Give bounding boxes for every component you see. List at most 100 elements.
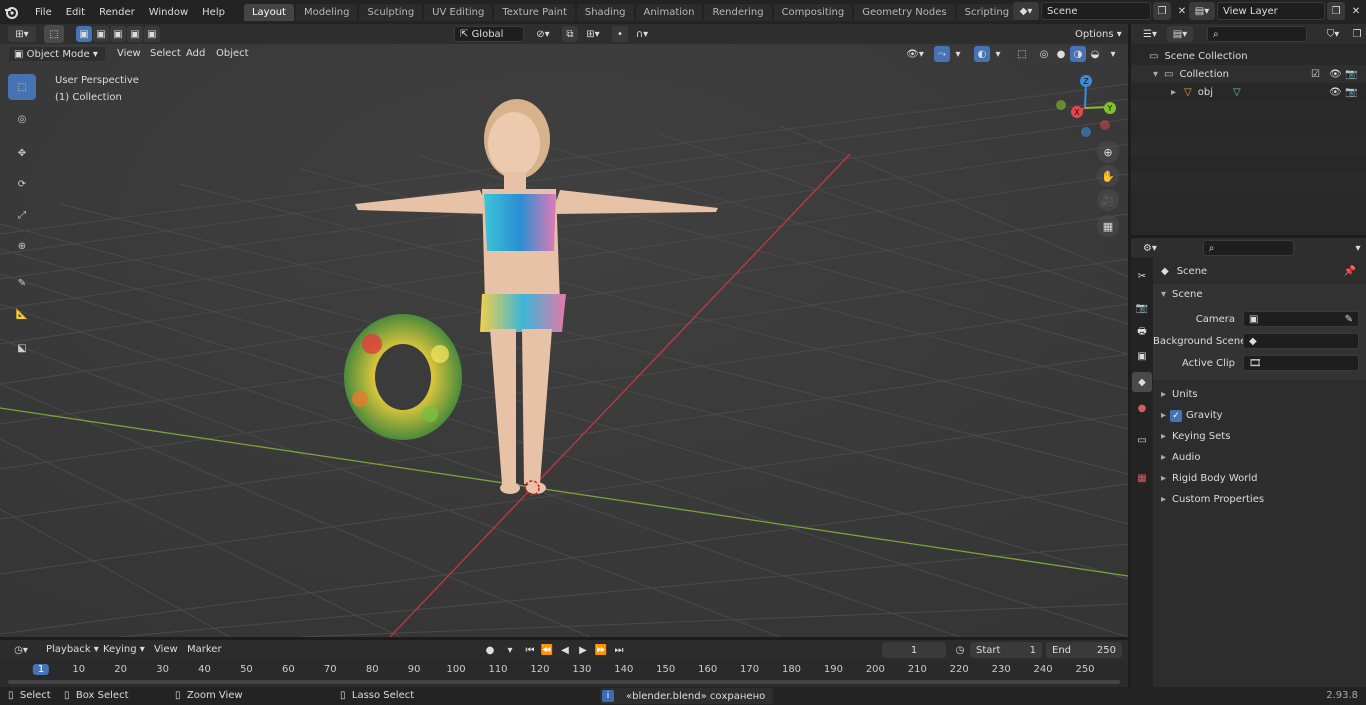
swim-ring-object[interactable] xyxy=(344,314,462,440)
scene-tab-icon[interactable]: ◆ xyxy=(1132,372,1152,392)
blender-logo-icon[interactable] xyxy=(0,2,22,22)
marker-menu[interactable]: Marker xyxy=(187,644,222,655)
camera-field[interactable]: ▣ ✎ xyxy=(1243,311,1359,327)
transform-tool-icon[interactable]: ⊕ xyxy=(8,233,36,259)
tab-sculpting[interactable]: Sculpting xyxy=(359,3,423,21)
keying-menu[interactable]: Keying ▾ xyxy=(103,644,145,655)
timeline-scrollbar[interactable] xyxy=(8,680,1120,684)
shading-solid-icon[interactable]: ● xyxy=(1053,46,1069,62)
pin-icon[interactable]: 📌 xyxy=(1344,266,1356,277)
overlay-toggle-icon[interactable]: ◐ xyxy=(974,46,990,62)
tab-geometry-nodes[interactable]: Geometry Nodes xyxy=(854,3,955,21)
tab-texture-paint[interactable]: Texture Paint xyxy=(494,3,575,21)
texture-tab-icon[interactable]: ▦ xyxy=(1134,470,1150,486)
tab-shading[interactable]: Shading xyxy=(576,3,634,21)
play-icon[interactable]: ▶ xyxy=(575,642,591,658)
record-icon[interactable]: ● xyxy=(480,642,500,658)
units-panel[interactable]: ▸ Units xyxy=(1153,384,1366,405)
mode-set-icon[interactable]: ▣ xyxy=(76,26,92,42)
scene-name-field[interactable]: Scene xyxy=(1041,2,1151,20)
snap-toggle-icon[interactable]: ⧉ xyxy=(562,26,578,42)
object-mode-dropdown[interactable]: ▣ Object Mode ▾ xyxy=(8,46,106,62)
options-dropdown[interactable]: Options ▾ xyxy=(1070,26,1124,42)
rigid-body-world-panel[interactable]: ▸ Rigid Body World xyxy=(1153,468,1366,489)
current-frame-field[interactable]: 1 xyxy=(882,642,946,658)
rotate-tool-icon[interactable]: ⟳ xyxy=(8,171,36,197)
outliner-row-scene-collection[interactable]: ▭ Scene Collection xyxy=(1131,47,1366,65)
select-box-tool-icon[interactable]: ⬚ xyxy=(8,74,36,100)
transform-orientation-dropdown[interactable]: ⇱ Global xyxy=(454,26,524,42)
viewport-menu-select[interactable]: Select xyxy=(150,48,181,59)
output-tab-icon[interactable]: 🖶 xyxy=(1134,324,1150,340)
tool-tab-icon[interactable]: ✂ xyxy=(1134,268,1150,284)
scene-section-header[interactable]: ▾ Scene xyxy=(1153,284,1366,304)
add-cube-tool-icon[interactable]: ⬕ xyxy=(8,335,36,361)
outliner-row-collection[interactable]: ▾ ▭ Collection ☑ 👁 📷 xyxy=(1131,65,1366,83)
mode-invert-icon[interactable]: ▣ xyxy=(127,26,143,42)
proportional-edit-icon[interactable]: • xyxy=(612,26,628,42)
gizmo-toggle-icon[interactable]: ⤳ xyxy=(934,46,950,62)
render-tab-icon[interactable]: 📷 xyxy=(1134,300,1150,316)
mode-subtract-icon[interactable]: ▣ xyxy=(110,26,126,42)
filter-icon[interactable]: ⛉▾ xyxy=(1321,26,1345,42)
outliner-row-obj[interactable]: ▸ ▽ obj ▽ 👁 📷 xyxy=(1131,83,1366,101)
visibility-icon[interactable]: 👁▾ xyxy=(902,46,928,62)
jump-start-icon[interactable]: ⏮ xyxy=(522,642,538,658)
view-layer-browse-icon[interactable]: ▤▾ xyxy=(1189,2,1215,20)
audio-panel[interactable]: ▸ Audio xyxy=(1153,447,1366,468)
mode-intersect-icon[interactable]: ▣ xyxy=(144,26,160,42)
collapse-arrow-icon[interactable]: ▾ xyxy=(1153,69,1158,80)
object-visibility-icon[interactable]: 👁 xyxy=(1329,87,1342,98)
custom-properties-panel[interactable]: ▸ Custom Properties xyxy=(1153,489,1366,510)
prev-keyframe-icon[interactable]: ⏪ xyxy=(539,642,555,658)
xray-toggle-icon[interactable]: ⬚ xyxy=(1014,46,1030,62)
pivot-point-icon[interactable]: ⊘▾ xyxy=(530,26,556,42)
viewport-menu-add[interactable]: Add xyxy=(186,48,205,59)
shading-dropdown-icon[interactable]: ▾ xyxy=(1106,46,1120,62)
move-tool-icon[interactable]: ✥ xyxy=(8,140,36,166)
background-scene-field[interactable]: ◆ xyxy=(1243,333,1359,349)
camera-view-icon[interactable]: 🎥 xyxy=(1097,189,1119,211)
tab-animation[interactable]: Animation xyxy=(635,3,703,21)
menu-edit[interactable]: Edit xyxy=(59,7,92,18)
properties-search-input[interactable]: ⌕ xyxy=(1202,240,1295,256)
snap-target-icon[interactable]: ⊞▾ xyxy=(580,26,606,42)
scale-tool-icon[interactable]: ⤢ xyxy=(8,202,36,228)
gravity-checkbox[interactable]: ✓ xyxy=(1170,409,1183,422)
menu-help[interactable]: Help xyxy=(195,7,232,18)
scene-browse-icon[interactable]: ◆▾ xyxy=(1013,2,1039,20)
eyedropper-icon[interactable]: ✎ xyxy=(1345,314,1353,325)
collection-tab-icon[interactable]: ▭ xyxy=(1134,432,1150,448)
gizmo-dropdown-icon[interactable]: ▾ xyxy=(952,46,964,62)
properties-options-icon[interactable]: ▾ xyxy=(1350,240,1366,256)
display-mode-icon[interactable]: ▤▾ xyxy=(1167,26,1193,42)
world-tab-icon[interactable]: ● xyxy=(1134,400,1150,416)
play-reverse-icon[interactable]: ◀ xyxy=(557,642,573,658)
outliner-editor-icon[interactable]: ☰▾ xyxy=(1137,26,1163,42)
menu-file[interactable]: File xyxy=(28,7,59,18)
start-frame-field[interactable]: Start 1 xyxy=(970,642,1042,658)
end-frame-field[interactable]: End 250 xyxy=(1046,642,1122,658)
playback-menu[interactable]: Playback ▾ xyxy=(46,644,99,655)
viewport-menu-object[interactable]: Object xyxy=(216,48,249,59)
shading-wireframe-icon[interactable]: ◎ xyxy=(1036,46,1052,62)
pan-view-icon[interactable]: ✋ xyxy=(1097,165,1119,187)
tab-uv-editing[interactable]: UV Editing xyxy=(424,3,493,21)
viewport-menu-view[interactable]: View xyxy=(117,48,141,59)
editor-type-icon[interactable]: ⊞▾ xyxy=(8,26,36,42)
record-dropdown-icon[interactable]: ▾ xyxy=(504,642,516,658)
cursor-tool-icon[interactable]: ◎ xyxy=(8,106,36,132)
new-collection-icon[interactable]: ❐ xyxy=(1349,26,1365,42)
gravity-panel[interactable]: ▸ ✓ Gravity xyxy=(1153,405,1366,426)
tab-compositing[interactable]: Compositing xyxy=(773,3,853,21)
collection-render-icon[interactable]: 📷 xyxy=(1345,69,1357,80)
keying-sets-panel[interactable]: ▸ Keying Sets xyxy=(1153,426,1366,447)
annotate-tool-icon[interactable]: ✎ xyxy=(8,270,36,296)
outliner-search-input[interactable]: ⌕ xyxy=(1207,26,1307,42)
view-layer-tab-icon[interactable]: ▣ xyxy=(1134,348,1150,364)
frame-ruler[interactable]: 1 10 20 30 40 50 60 70 80 90 100 110 120 130 140 150 160… xyxy=(0,660,1128,680)
tab-modeling[interactable]: Modeling xyxy=(295,3,358,21)
shading-rendered-icon[interactable]: ◒ xyxy=(1087,46,1103,62)
mesh-data-icon[interactable]: ▽ xyxy=(1233,87,1241,98)
next-keyframe-icon[interactable]: ⏩ xyxy=(593,642,609,658)
